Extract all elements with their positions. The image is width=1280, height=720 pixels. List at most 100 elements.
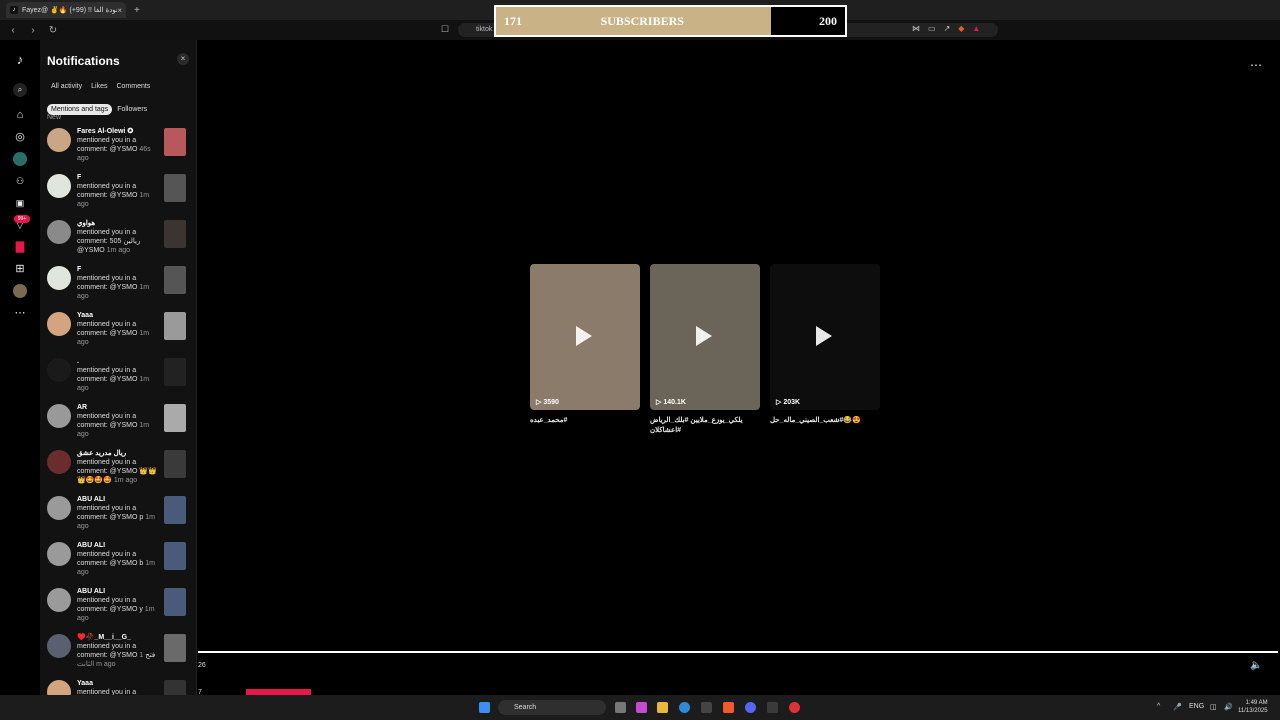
discord-icon[interactable]: [745, 702, 756, 713]
notification-user[interactable]: F: [77, 265, 157, 274]
notification-item[interactable]: Fares Al-Olewi ✪ mentioned you in a comme…: [40, 124, 196, 170]
live-icon[interactable]: ▣: [13, 196, 27, 210]
avatar[interactable]: [47, 266, 71, 290]
back-icon[interactable]: ‹: [6, 25, 20, 36]
notification-item[interactable]: ABU ALI mentioned you in a comment: @YSMO…: [40, 584, 196, 630]
filter-chip[interactable]: All activity: [47, 81, 86, 92]
notification-user[interactable]: ABU ALI: [77, 587, 157, 596]
obs-icon[interactable]: [789, 702, 800, 713]
clock[interactable]: 1:49 AM 11/13/2025: [1238, 699, 1268, 715]
filter-chip[interactable]: Followers: [113, 104, 151, 115]
notification-item[interactable]: Fmentioned you in a comment: @YSMO 1m ag…: [40, 170, 196, 216]
video-card[interactable]: ▷ 3590 #محمد_عبده: [530, 264, 640, 436]
edge-icon[interactable]: [679, 702, 690, 713]
notification-user[interactable]: Yaaa: [77, 679, 157, 688]
brave-rewards-icon[interactable]: ▲: [972, 24, 980, 33]
explore-icon[interactable]: ◎: [13, 130, 27, 144]
avatar[interactable]: [47, 220, 71, 244]
video-thumbnail[interactable]: ▷ 140.1K: [650, 264, 760, 410]
play-icon[interactable]: [696, 326, 712, 346]
microphone-icon[interactable]: 🎤: [1173, 703, 1182, 711]
notification-user[interactable]: ABU ALI: [77, 541, 157, 550]
video-card[interactable]: ▷ 203K 😍😂#شعب_الصيني_ماله_حل: [770, 264, 880, 436]
copilot-icon[interactable]: [636, 702, 647, 713]
search-icon[interactable]: ⌕: [13, 83, 27, 97]
notification-user[interactable]: .: [77, 357, 157, 366]
video-card[interactable]: ▷ 140.1K يلكي_يوزع_ملايين #بلك_الرياض #اع…: [650, 264, 760, 436]
close-icon[interactable]: ×: [177, 53, 189, 65]
video-thumbnail[interactable]: ▷ 203K: [770, 264, 880, 410]
notification-item[interactable]: ريال مدريد عشق mentioned you in a comment…: [40, 446, 196, 492]
notification-item[interactable]: ABU ALI mentioned you in a comment: @YSMO…: [40, 538, 196, 584]
home-icon[interactable]: ⌂: [13, 108, 27, 122]
friends-icon[interactable]: ⚇: [13, 174, 27, 188]
more-options-icon[interactable]: ⋯: [1250, 58, 1262, 72]
bookmark-icon[interactable]: ☐: [441, 24, 449, 35]
tray-chevron-icon[interactable]: ^: [1157, 703, 1160, 710]
notification-user[interactable]: ♥️🥀_M__i__G_: [77, 633, 157, 642]
video-thumbnail[interactable]: [164, 220, 186, 248]
tiktok-logo-icon[interactable]: ♪: [13, 53, 27, 67]
video-thumbnail[interactable]: [164, 542, 186, 570]
video-thumbnail[interactable]: [164, 266, 186, 294]
video-thumbnail[interactable]: [164, 128, 186, 156]
video-thumbnail[interactable]: [164, 634, 186, 662]
filter-chip[interactable]: Likes: [87, 81, 111, 92]
taskbar-search[interactable]: Search: [498, 700, 606, 715]
more-icon[interactable]: ⋯: [13, 306, 27, 320]
close-tab-icon[interactable]: ×: [117, 6, 122, 15]
notification-user[interactable]: هواوي: [77, 219, 157, 228]
video-progress-bar[interactable]: [198, 651, 1278, 653]
avatar[interactable]: [47, 128, 71, 152]
volume-icon[interactable]: 🔈: [1250, 660, 1262, 671]
speaker-icon[interactable]: 🔊: [1224, 703, 1233, 711]
message-icon[interactable]: ▇: [13, 240, 27, 254]
brave-icon[interactable]: [723, 702, 734, 713]
avatar[interactable]: [47, 496, 71, 520]
video-thumbnail[interactable]: [164, 680, 186, 695]
app-icon[interactable]: [767, 702, 778, 713]
file-explorer-icon[interactable]: [657, 702, 668, 713]
notification-item[interactable]: هواوي mentioned you in a comment: 505 ريا…: [40, 216, 196, 262]
play-icon[interactable]: [816, 326, 832, 346]
network-icon[interactable]: ◫: [1210, 703, 1217, 711]
language-indicator[interactable]: ENG: [1189, 703, 1204, 710]
share-icon[interactable]: ↗: [944, 24, 951, 33]
notification-user[interactable]: ABU ALI: [77, 495, 157, 504]
video-thumbnail[interactable]: [164, 404, 186, 432]
notification-user[interactable]: ريال مدريد عشق: [77, 449, 157, 458]
notification-user[interactable]: F: [77, 173, 157, 182]
store-icon[interactable]: [701, 702, 712, 713]
avatar[interactable]: [47, 404, 71, 428]
notification-item[interactable]: Yaaa mentioned you in a: [40, 676, 196, 695]
avatar[interactable]: [47, 312, 71, 336]
video-caption[interactable]: 😍😂#شعب_الصيني_ماله_حل: [770, 416, 880, 426]
browser-tab[interactable]: ♪ Fayez@ ✌️🔥 عودة الفا !! (99+) ×: [6, 2, 126, 18]
upload-icon[interactable]: ⊞: [13, 262, 27, 276]
video-thumbnail[interactable]: [164, 174, 186, 202]
notification-item[interactable]: Fmentioned you in a comment: @YSMO 1m ag…: [40, 262, 196, 308]
new-tab-button[interactable]: +: [134, 5, 140, 16]
notification-item[interactable]: ABU ALI mentioned you in a comment: @YSMO…: [40, 492, 196, 538]
notification-item[interactable]: ♥️🥀_M__i__G_ mentioned you in a comment: …: [40, 630, 196, 676]
avatar[interactable]: [47, 450, 71, 474]
following-icon[interactable]: [13, 152, 27, 166]
notification-item[interactable]: AR mentioned you in a comment: @YSMO 1m a…: [40, 400, 196, 446]
filter-chip[interactable]: Comments: [112, 81, 154, 92]
extension-icon[interactable]: ⋈: [912, 24, 920, 33]
video-caption[interactable]: يلكي_يوزع_ملايين #بلك_الرياض #اعشاكلان: [650, 416, 760, 436]
avatar[interactable]: [47, 174, 71, 198]
notification-item[interactable]: . mentioned you in a comment: @YSMO 1m ag…: [40, 354, 196, 400]
forward-icon[interactable]: ›: [26, 25, 40, 36]
play-icon[interactable]: [576, 326, 592, 346]
video-thumbnail[interactable]: [164, 450, 186, 478]
video-thumbnail[interactable]: [164, 358, 186, 386]
avatar[interactable]: [47, 358, 71, 382]
windows-start-icon[interactable]: [479, 702, 490, 713]
avatar[interactable]: [47, 542, 71, 566]
video-thumbnail[interactable]: [164, 496, 186, 524]
video-caption[interactable]: #محمد_عبده: [530, 416, 640, 426]
video-thumbnail[interactable]: [164, 588, 186, 616]
video-thumbnail[interactable]: [164, 312, 186, 340]
avatar[interactable]: [47, 680, 71, 695]
